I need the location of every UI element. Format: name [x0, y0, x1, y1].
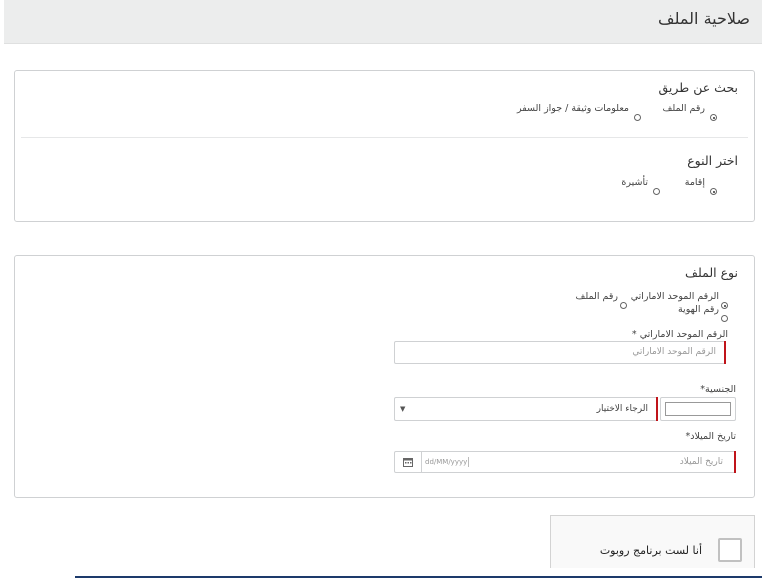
- file-type-panel: نوع الملف الرقم الموحد الاماراتي رقم الم…: [14, 255, 755, 498]
- calendar-button[interactable]: [395, 452, 422, 472]
- required-marker: [656, 397, 658, 421]
- uid-placeholder: الرقم الموحد الاماراتي: [632, 347, 716, 357]
- radio-emirates-id-control[interactable]: [721, 315, 728, 322]
- radio-passport-info-label: معلومات وثيقة / جواز السفر: [517, 103, 629, 114]
- dob-placeholder: تاريخ الميلاد: [679, 457, 723, 467]
- radio-residence-control[interactable]: [710, 188, 717, 195]
- page-title: صلاحية الملف: [658, 9, 750, 28]
- nationality-code-input[interactable]: [665, 402, 731, 416]
- radio-visa-label: تأشيرة: [621, 177, 648, 188]
- radio-residence-label: إقامة: [684, 177, 705, 188]
- panel-divider: [21, 137, 748, 138]
- uid-input[interactable]: الرقم الموحد الاماراتي: [394, 341, 726, 364]
- nationality-select[interactable]: ▼ الرجاء الاختيار: [394, 397, 658, 421]
- radio-file-no[interactable]: رقم الملف: [576, 291, 627, 310]
- field-separator: [468, 457, 469, 467]
- uid-label: الرقم الموحد الاماراتي *: [631, 329, 728, 340]
- nationality-select-value: الرجاء الاختيار: [596, 404, 648, 414]
- search-panel: بحث عن طريق رقم الملف معلومات وثيقة / جو…: [14, 70, 755, 222]
- radio-visa[interactable]: تأشيرة: [621, 177, 660, 196]
- chevron-down-icon: ▼: [400, 405, 406, 413]
- radio-emirates-id-label: رقم الهوية: [677, 304, 719, 315]
- nationality-code-box[interactable]: [660, 397, 736, 421]
- dob-label: تاريخ الميلاد*: [685, 431, 736, 442]
- radio-passport-info-control[interactable]: [634, 114, 641, 121]
- calendar-icon: [403, 458, 413, 467]
- dob-format-hint: dd/MM/yyyy: [425, 458, 468, 466]
- captcha-label: أنا لست برنامج روبوت: [599, 544, 702, 557]
- radio-visa-control[interactable]: [653, 188, 660, 195]
- radio-file-number[interactable]: رقم الملف: [663, 103, 717, 122]
- required-marker: [724, 341, 726, 364]
- captcha-checkbox[interactable]: [718, 538, 742, 562]
- dob-input[interactable]: dd/MM/yyyy تاريخ الميلاد: [394, 451, 736, 473]
- captcha-widget: أنا لست برنامج روبوت: [550, 515, 755, 568]
- radio-uid-label: الرقم الموحد الاماراتي: [630, 291, 719, 302]
- radio-file-no-control[interactable]: [620, 302, 627, 309]
- page-header: صلاحية الملف: [4, 0, 762, 44]
- required-marker: [734, 451, 736, 473]
- radio-residence[interactable]: إقامة: [685, 177, 717, 196]
- radio-emirates-id[interactable]: رقم الهوية: [678, 304, 728, 323]
- radio-file-no-label: رقم الملف: [575, 291, 618, 302]
- search-by-heading: بحث عن طريق: [658, 80, 739, 95]
- file-type-heading: نوع الملف: [685, 265, 738, 280]
- choose-type-heading: اختر النوع: [687, 153, 738, 168]
- radio-file-number-control[interactable]: [710, 114, 717, 121]
- nationality-label: الجنسية*: [700, 384, 736, 395]
- radio-file-number-label: رقم الملف: [662, 103, 705, 114]
- radio-passport-info[interactable]: معلومات وثيقة / جواز السفر: [517, 103, 641, 122]
